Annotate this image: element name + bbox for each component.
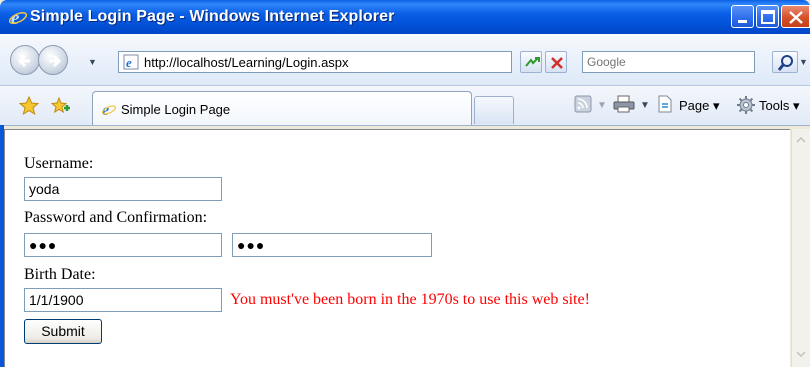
window-title: Simple Login Page - Windows Internet Exp…: [30, 8, 395, 25]
minimize-icon: [738, 20, 747, 23]
password-input[interactable]: ●●●: [24, 233, 222, 257]
close-button[interactable]: [781, 5, 810, 28]
password-label: Password and Confirmation:: [24, 209, 208, 226]
browser-window: e Simple Login Page - Windows Internet E…: [0, 0, 810, 367]
recent-pages-dropdown[interactable]: ▼: [88, 57, 97, 67]
favorites-star-icon[interactable]: [18, 95, 40, 121]
ie-icon: e: [8, 7, 28, 29]
tab-toolbar: e Simple Login Page ▼ ▼ Page ▾ Tools ▾: [0, 86, 810, 126]
new-tab-button[interactable]: [474, 96, 514, 124]
print-dropdown[interactable]: ▼: [640, 100, 650, 111]
username-input[interactable]: yoda: [24, 177, 222, 201]
password-confirm-input[interactable]: ●●●: [232, 233, 432, 257]
search-button[interactable]: [772, 51, 798, 73]
birthdate-error-message: You must've been born in the 1970s to us…: [230, 291, 590, 308]
birthdate-input[interactable]: 1/1/1900: [24, 288, 222, 312]
scroll-up-icon[interactable]: [793, 132, 809, 148]
stop-icon: [551, 57, 563, 69]
feeds-dropdown[interactable]: ▼: [597, 100, 607, 111]
search-input[interactable]: [583, 52, 754, 72]
svg-text:e: e: [102, 102, 109, 117]
username-label: Username:: [24, 155, 94, 172]
tab-simple-login-page[interactable]: e Simple Login Page: [92, 91, 472, 125]
minimize-button[interactable]: [731, 5, 754, 28]
search-options-dropdown[interactable]: ▼: [799, 51, 810, 73]
submit-button[interactable]: Submit: [24, 319, 102, 344]
tab-label: Simple Login Page: [121, 102, 231, 117]
maximize-button[interactable]: [756, 5, 779, 28]
vertical-scrollbar[interactable]: [791, 129, 810, 367]
svg-text:e: e: [126, 55, 132, 70]
page-menu[interactable]: Page ▾: [679, 98, 720, 114]
feeds-icon[interactable]: [574, 95, 592, 116]
tools-icon[interactable]: [736, 95, 756, 118]
address-toolbar: ▼ e http://localhost/Learning/Login.aspx: [0, 34, 810, 86]
refresh-icon: [525, 57, 540, 67]
page-icon[interactable]: [656, 95, 674, 116]
tools-menu-label: Tools: [759, 98, 790, 113]
search-icon: [777, 55, 793, 71]
close-icon: [789, 11, 803, 24]
forward-button[interactable]: [38, 45, 68, 75]
title-bar: e Simple Login Page - Windows Internet E…: [0, 0, 810, 34]
ie-page-icon: e: [123, 54, 139, 70]
stop-button[interactable]: [545, 51, 567, 73]
ie-icon: e: [101, 101, 117, 122]
refresh-button[interactable]: [520, 51, 542, 73]
birthdate-label: Birth Date:: [24, 266, 96, 283]
scroll-down-icon[interactable]: [793, 346, 809, 362]
address-bar[interactable]: e http://localhost/Learning/Login.aspx: [118, 51, 625, 73]
print-icon[interactable]: [613, 95, 635, 116]
address-url: http://localhost/Learning/Login.aspx: [144, 55, 349, 70]
maximize-icon: [761, 10, 775, 24]
back-button[interactable]: [10, 45, 40, 75]
search-box[interactable]: [582, 51, 755, 73]
forward-icon: [49, 54, 62, 68]
back-icon: [17, 54, 30, 68]
add-favorite-icon[interactable]: [50, 96, 70, 121]
page-menu-label: Page: [679, 98, 710, 113]
tools-menu[interactable]: Tools ▾: [759, 98, 800, 114]
